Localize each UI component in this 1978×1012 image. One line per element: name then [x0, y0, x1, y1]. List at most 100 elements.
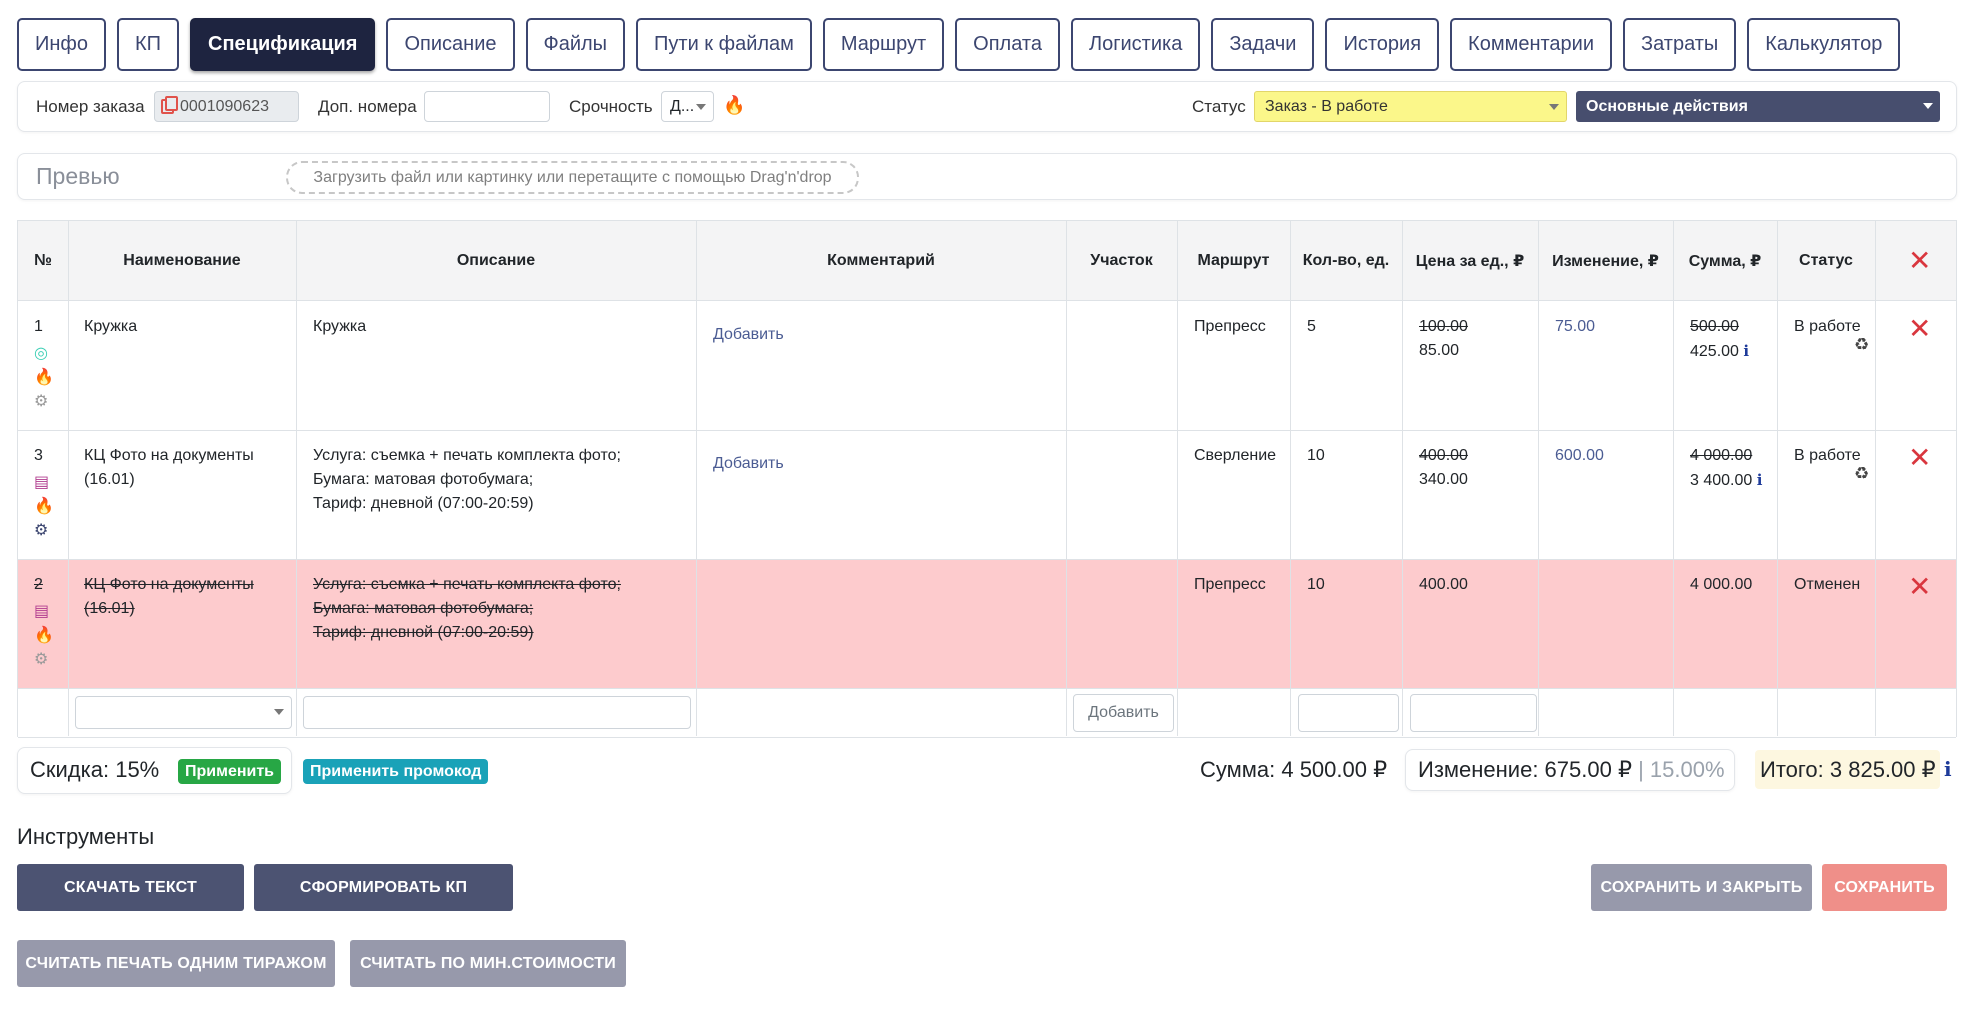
delete-row-close-icon[interactable]: ✕: [1908, 573, 1931, 601]
tab-costs[interactable]: Затраты: [1623, 18, 1737, 71]
column-divider: [1290, 221, 1291, 736]
gears-icon[interactable]: ⚙: [34, 391, 54, 413]
change-panel: Изменение: 675.00 ₽ | 15.00%: [1405, 749, 1735, 791]
apply-promo-button[interactable]: Применить промокод: [303, 759, 489, 784]
preview-label: Превью: [36, 163, 120, 189]
chevron-down-icon: [1923, 103, 1933, 109]
save-and-close-button[interactable]: СОХРАНИТЬ И ЗАКРЫТЬ: [1591, 864, 1812, 911]
item-sum: 4 000.00 3 400.00 i: [1690, 444, 1762, 493]
tab-file-paths[interactable]: Пути к файлам: [636, 18, 812, 71]
new-item-price-input[interactable]: [1410, 694, 1537, 732]
tab-files[interactable]: Файлы: [525, 18, 626, 71]
flame-icon[interactable]: 🔥: [34, 367, 54, 389]
sum-total: Сумма: 4 500.00 ₽: [1200, 757, 1388, 782]
tab-calculator[interactable]: Калькулятор: [1747, 18, 1901, 71]
table-row: 1 ◎ 🔥 ⚙ Кружка Кружка Добавить Препресс …: [18, 302, 1956, 431]
description-line: Бумага: матовая фотобумага;: [313, 471, 534, 488]
item-route: Препресс: [1194, 576, 1266, 593]
item-description: Услуга: съемка + печать комплекта фото; …: [313, 573, 683, 645]
tab-info[interactable]: Инфо: [17, 18, 106, 71]
item-qty: 10: [1307, 576, 1325, 593]
item-sum: 500.00 425.00 i: [1690, 315, 1749, 364]
column-divider: [1538, 221, 1539, 736]
urgency-value: Д...: [670, 97, 695, 115]
new-price: 340.00: [1419, 471, 1468, 488]
tab-history[interactable]: История: [1325, 18, 1440, 71]
delete-row-close-icon[interactable]: ✕: [1908, 444, 1931, 472]
old-sum: 4 000.00: [1690, 447, 1753, 464]
item-qty[interactable]: 5: [1307, 315, 1316, 339]
column-divider: [68, 221, 69, 736]
discount-label: Скидка: 15%: [30, 757, 160, 782]
column-divider: [296, 221, 297, 736]
tab-tasks[interactable]: Задачи: [1211, 18, 1315, 71]
tab-logistics[interactable]: Логистика: [1070, 18, 1201, 71]
calc-min-cost-button[interactable]: СЧИТАТЬ ПО МИН.СТОИМОСТИ: [350, 940, 626, 987]
info-icon[interactable]: i: [1944, 757, 1952, 781]
calc-one-run-button[interactable]: СЧИТАТЬ ПЕЧАТЬ ОДНИМ ТИРАЖОМ: [17, 940, 335, 987]
info-icon[interactable]: i: [1743, 342, 1749, 360]
download-text-button[interactable]: СКАЧАТЬ ТЕКСТ: [17, 864, 244, 911]
tools-title: Инструменты: [17, 824, 155, 849]
new-sum: 425.00: [1690, 343, 1739, 360]
tab-route[interactable]: Маршрут: [822, 18, 945, 71]
tab-description[interactable]: Описание: [386, 18, 515, 71]
urgency-select[interactable]: Д...: [661, 91, 714, 122]
item-change[interactable]: 600.00: [1555, 444, 1604, 468]
column-divider: [696, 221, 697, 736]
new-price: 85.00: [1419, 342, 1460, 359]
row-icons: ▤ 🔥 ⚙: [34, 601, 54, 671]
item-qty[interactable]: 10: [1307, 444, 1325, 468]
file-dropzone[interactable]: Загрузить файл или картинку или перетащи…: [286, 161, 859, 194]
order-number-label: Номер заказа: [36, 97, 145, 116]
tab-kp[interactable]: КП: [117, 18, 180, 71]
delete-row-close-icon[interactable]: ✕: [1908, 315, 1931, 343]
new-item-row: Добавить: [18, 689, 1956, 738]
recycle-icon[interactable]: ♻: [1854, 464, 1869, 484]
column-divider: [1177, 221, 1178, 736]
flame-icon[interactable]: 🔥: [34, 496, 54, 518]
row-icons: ◎ 🔥 ⚙: [34, 343, 54, 413]
document-icon[interactable]: ▤: [34, 472, 54, 494]
copy-icon[interactable]: [161, 96, 178, 114]
generate-offer-button[interactable]: СФОРМИРОВАТЬ КП: [254, 864, 513, 911]
add-area-button[interactable]: Добавить: [1073, 694, 1174, 732]
item-description: Кружка: [313, 315, 683, 339]
new-item-description-input[interactable]: [303, 696, 691, 729]
column-header-change: Изменение, ₽: [1552, 253, 1659, 270]
new-sum: 3 400.00: [1690, 472, 1753, 489]
tab-payment[interactable]: Оплата: [955, 18, 1060, 71]
new-item-name-select[interactable]: [75, 696, 292, 729]
gears-icon[interactable]: ⚙: [34, 520, 54, 542]
info-icon[interactable]: i: [1757, 471, 1763, 489]
status-select[interactable]: Заказ - В работе: [1254, 91, 1567, 122]
order-number-field[interactable]: 0001090623: [154, 91, 299, 122]
order-number-value: 0001090623: [180, 97, 269, 115]
flame-icon[interactable]: 🔥: [723, 95, 745, 116]
tab-specification[interactable]: Спецификация: [190, 18, 376, 71]
column-header-route: Маршрут: [1197, 252, 1270, 269]
delete-all-close-icon[interactable]: ✕: [1908, 247, 1931, 275]
save-button[interactable]: СОХРАНИТЬ: [1822, 864, 1947, 911]
new-item-qty-input[interactable]: [1298, 694, 1399, 732]
old-sum: 500.00: [1690, 318, 1739, 335]
row-number: 3: [34, 447, 43, 464]
main-actions-select[interactable]: Основные действия: [1576, 91, 1940, 122]
add-comment-link[interactable]: Добавить: [713, 452, 784, 476]
column-header-status: Статус: [1799, 252, 1853, 269]
gears-icon[interactable]: ⚙: [34, 649, 54, 671]
description-line: Кружка: [313, 318, 367, 335]
recycle-icon[interactable]: ♻: [1854, 335, 1869, 355]
add-comment-link[interactable]: Добавить: [713, 323, 784, 347]
apply-discount-button[interactable]: Применить: [178, 759, 282, 784]
item-change[interactable]: 75.00: [1555, 315, 1595, 339]
extra-numbers-input[interactable]: [424, 91, 550, 122]
tab-comments[interactable]: Комментарии: [1450, 18, 1613, 71]
document-icon[interactable]: ▤: [34, 601, 54, 623]
item-name: Кружка: [84, 318, 138, 335]
flame-icon[interactable]: 🔥: [34, 625, 54, 647]
person-circle-icon[interactable]: ◎: [34, 343, 54, 365]
extra-numbers-label: Доп. номера: [318, 97, 417, 116]
change-amount: Изменение: 675.00 ₽: [1418, 757, 1632, 782]
column-divider: [1777, 221, 1778, 736]
